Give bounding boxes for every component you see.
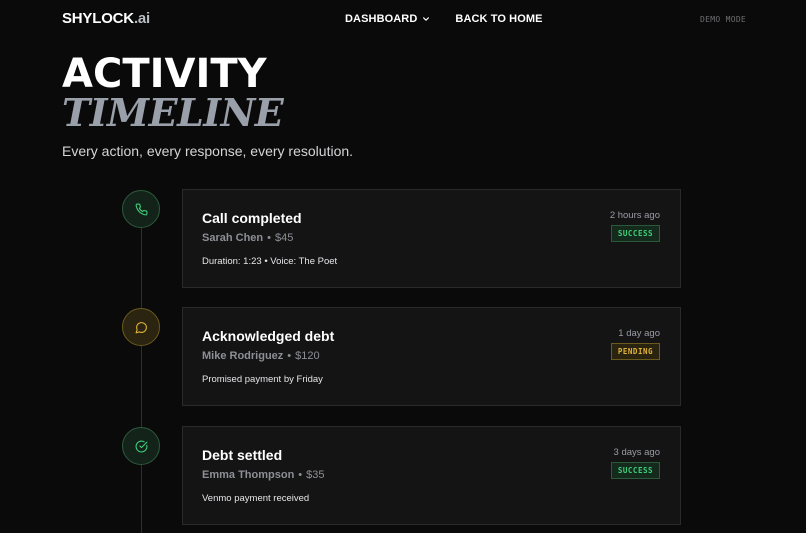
- page-subtitle: Every action, every response, every reso…: [62, 143, 354, 159]
- card-meta: Sarah Chen • $45: [202, 232, 293, 244]
- debt-amount: $120: [295, 350, 320, 362]
- phone-icon: [135, 203, 147, 215]
- top-nav: SHYLOCK.ai DASHBOARD BACK TO HOME DEMO M…: [0, 0, 806, 40]
- card-detail: Venmo payment received: [202, 493, 310, 504]
- message-icon: [135, 321, 147, 333]
- card-timestamp: 1 day ago: [618, 328, 660, 339]
- debt-amount: $45: [275, 232, 294, 244]
- card-detail: Duration: 1:23 • Voice: The Poet: [202, 256, 338, 267]
- card-timestamp: 3 days ago: [613, 447, 660, 458]
- debtor-name: Emma Thompson: [202, 469, 295, 481]
- chevron-down-icon: [423, 17, 430, 21]
- nav-dashboard[interactable]: DASHBOARD: [345, 13, 430, 25]
- meta-separator: •: [287, 350, 292, 362]
- timeline-card[interactable]: Debt settled Emma Thompson • $35 Venmo pay…: [182, 426, 681, 525]
- nav-back-to-home[interactable]: BACK TO HOME: [455, 13, 542, 25]
- timeline-line: [141, 209, 142, 533]
- timeline-node-message: [122, 308, 160, 346]
- card-meta: Mike Rodriguez • $120: [202, 350, 320, 362]
- nav-dashboard-label: DASHBOARD: [345, 13, 418, 25]
- nav-menu: DASHBOARD BACK TO HOME: [345, 13, 543, 25]
- card-meta: Emma Thompson • $35: [202, 469, 325, 481]
- card-title: Call completed: [202, 210, 302, 226]
- brand-logo[interactable]: SHYLOCK.ai: [62, 10, 150, 27]
- timeline-card[interactable]: Acknowledged debt Mike Rodriguez • $120 Pr…: [182, 307, 681, 406]
- brand-name: SHYLOCK: [62, 10, 134, 27]
- debtor-name: Mike Rodriguez: [202, 350, 284, 362]
- card-title: Acknowledged debt: [202, 328, 335, 344]
- status-badge: SUCCESS: [610, 225, 660, 242]
- status-badge: SUCCESS: [610, 462, 660, 479]
- card-title: Debt settled: [202, 447, 283, 463]
- timeline-card[interactable]: Call completed Sarah Chen • $45 Duration: …: [182, 189, 681, 288]
- brand-suffix: .ai: [133, 10, 151, 27]
- activity-timeline-page: SHYLOCK.ai DASHBOARD BACK TO HOME DEMO M…: [0, 0, 806, 533]
- card-detail: Promised payment by Friday: [202, 374, 323, 385]
- page-title-line2: TIMELINE: [62, 90, 284, 135]
- timeline-node-call: [122, 190, 160, 228]
- meta-separator: •: [267, 232, 271, 244]
- card-timestamp: 2 hours ago: [609, 210, 660, 221]
- nav-back-label: BACK TO HOME: [455, 13, 543, 25]
- meta-separator: •: [298, 469, 303, 481]
- timeline-node-settled: [122, 427, 160, 465]
- check-circle-icon: [135, 440, 147, 452]
- status-badge: PENDING: [610, 343, 660, 360]
- demo-mode-indicator: DEMO MODE: [700, 15, 747, 24]
- debtor-name: Sarah Chen: [202, 232, 264, 244]
- debt-amount: $35: [306, 469, 325, 481]
